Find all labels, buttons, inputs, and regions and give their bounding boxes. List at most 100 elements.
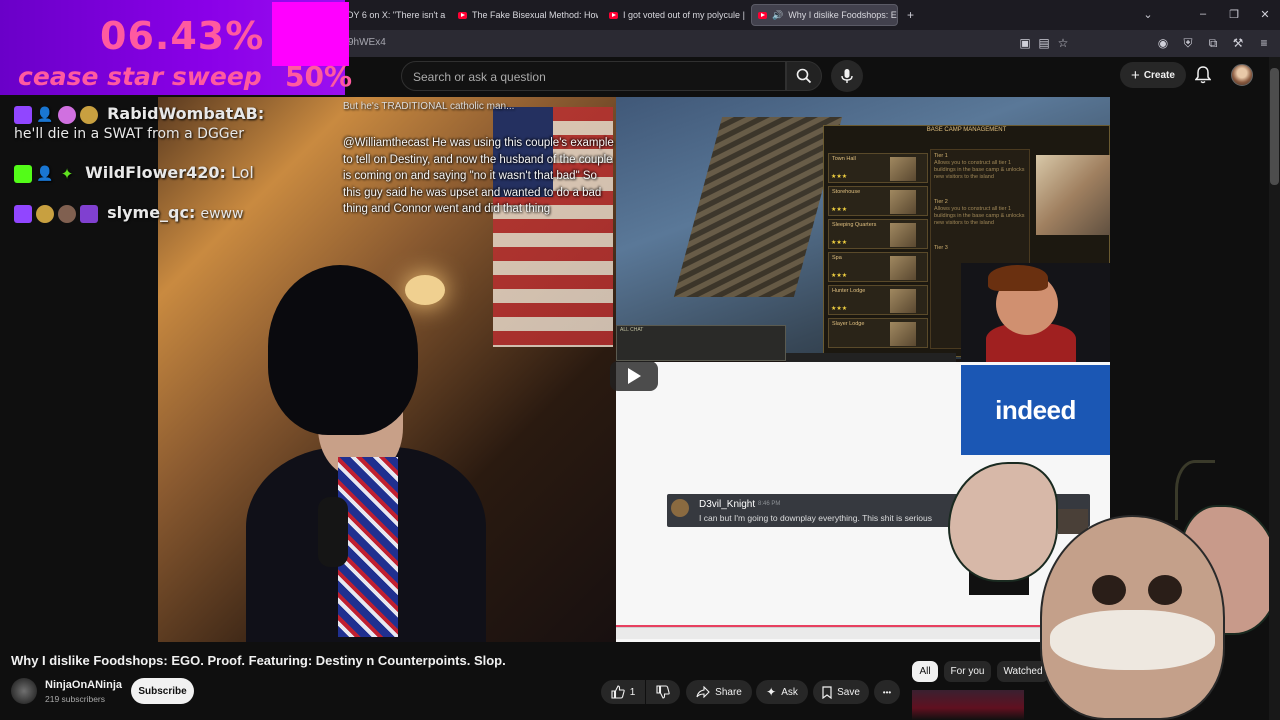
building-thumbnail: [890, 157, 916, 181]
minimize-icon[interactable]: –: [1196, 8, 1210, 20]
chat-message: 👤 RabidWombatAB:: [14, 104, 264, 124]
building-name: Town Hall: [832, 156, 856, 162]
overlay-subtitle: cease star sweep: [18, 62, 262, 91]
user-icon: 👤: [36, 165, 54, 182]
url-text[interactable]: 9hWEx4: [348, 37, 386, 48]
thumbs-down-icon: [656, 685, 670, 699]
badge-icon: [80, 105, 98, 124]
tab-title: The Fake Bisexual Method: How: [472, 10, 598, 20]
share-button[interactable]: Share: [686, 680, 752, 704]
restore-icon[interactable]: ❐: [1227, 8, 1241, 21]
star-badge-icon: ✦: [60, 164, 74, 183]
youtube-favicon-icon: [609, 11, 618, 19]
overlay-percent: 06.43%: [100, 14, 265, 58]
channel-avatar[interactable]: [11, 678, 37, 704]
play-button[interactable]: [610, 361, 658, 391]
building-preview-image: [1036, 155, 1110, 235]
picture-in-picture-icon[interactable]: ▣: [1018, 36, 1032, 50]
building-thumbnail: [890, 322, 916, 346]
search-input[interactable]: Search or ask a question: [401, 61, 786, 91]
filter-chip-all[interactable]: All: [912, 661, 938, 682]
mascot-antenna: [1175, 460, 1215, 520]
save-label: Save: [837, 686, 860, 698]
save-playlist-icon: [822, 685, 832, 699]
account-icon[interactable]: ◉: [1156, 36, 1170, 50]
building-thumbnail: [890, 289, 916, 313]
account-avatar[interactable]: [1231, 64, 1253, 86]
like-button[interactable]: 1: [601, 680, 645, 704]
dislike-button[interactable]: [646, 680, 680, 704]
channel-name[interactable]: NinjaOnANinja: [45, 679, 122, 691]
building-name: Hunter Lodge: [832, 288, 866, 294]
star-rating-icon: ★★★: [831, 207, 848, 213]
scrollbar-thumb[interactable]: [1270, 68, 1279, 185]
close-window-icon[interactable]: ✕: [1258, 8, 1272, 21]
bookmark-star-icon[interactable]: ☆: [1056, 36, 1070, 50]
building-name: Spa: [832, 255, 842, 261]
twitch-icon: [14, 105, 32, 124]
discord-avatar: [671, 499, 689, 517]
building-name: Storehouse: [832, 189, 861, 195]
mascot-fluff: [1050, 610, 1215, 670]
overlay-percent-small: 50%: [285, 60, 353, 93]
twitch-icon: [14, 204, 32, 223]
thumbs-up-icon: [611, 685, 625, 699]
browser-tab[interactable]: I got voted out of my polycule |✕: [603, 4, 746, 26]
diamond-badge-icon: [80, 204, 98, 223]
voice-search-button[interactable]: [831, 60, 863, 92]
subscribe-button[interactable]: Subscribe: [131, 678, 194, 704]
search-button[interactable]: [786, 61, 822, 91]
mascot-eye: [1148, 575, 1182, 605]
webpage-toolbar: [616, 365, 956, 373]
play-icon: [628, 368, 641, 384]
shield-icon[interactable]: ⛨: [1181, 36, 1195, 50]
tab-title: DY 6 on X: "There isn't a: [347, 10, 446, 20]
chat-username: slyme_qc:: [107, 203, 196, 222]
stream-chat-message: @Williamthecast He was using this couple…: [343, 137, 614, 215]
video-title: Why I dislike Foodshops: EGO. Proof. Fea…: [11, 653, 506, 668]
tab-title: Why I dislike Foodshops: EG: [788, 10, 898, 20]
user-icon: 👤: [36, 106, 54, 123]
reader-mode-icon[interactable]: ▤: [1037, 36, 1051, 50]
building-name: Sleeping Quarters: [832, 222, 877, 228]
chat-message: 👤 ✦ WildFlower420: Lol: [14, 163, 254, 183]
share-icon: [696, 686, 710, 698]
chat-message-text: ewww: [200, 206, 244, 222]
avatar-badge-icon: [58, 204, 76, 223]
tier-label: Tier 2: [934, 199, 948, 205]
filter-chip-for-you[interactable]: For you: [944, 661, 991, 682]
building-name: Slayer Lodge: [832, 321, 865, 327]
ask-label: Ask: [781, 686, 798, 698]
heart-badge-icon: [58, 105, 76, 124]
browser-tab-active[interactable]: 🔊 Why I dislike Foodshops: EG✕: [751, 4, 898, 26]
extension-icon[interactable]: ⚒: [1231, 36, 1245, 50]
microphone-icon: [841, 69, 853, 83]
youtube-favicon-icon: [458, 11, 467, 19]
lamp-light: [405, 275, 445, 305]
menu-icon[interactable]: ≡: [1257, 36, 1271, 50]
like-count: 1: [629, 686, 636, 698]
extensions-icon[interactable]: ⧉: [1206, 36, 1220, 50]
more-actions-button[interactable]: •••: [874, 680, 900, 704]
browser-tab[interactable]: DY 6 on X: "There isn't a✕: [341, 4, 446, 26]
cartoon-hair: [988, 265, 1048, 291]
star-rating-icon: ★★★: [831, 273, 848, 279]
star-rating-icon: ★★★: [831, 240, 848, 246]
building-thumbnail: [890, 223, 916, 247]
recommended-video-thumbnail[interactable]: [912, 690, 1024, 720]
save-button[interactable]: Save: [813, 680, 869, 704]
building-thumbnail: [890, 256, 916, 280]
streamer-hair: [268, 265, 418, 435]
tier-label: Tier 3: [934, 245, 948, 251]
base-camp-title: BASE CAMP MANAGEMENT: [926, 127, 1007, 133]
browser-tab[interactable]: The Fake Bisexual Method: How✕: [452, 4, 598, 26]
notifications-bell-icon[interactable]: [1195, 66, 1211, 84]
chat-message: slyme_qc: ewww: [14, 203, 243, 223]
discord-timestamp: 8:46 PM: [758, 501, 781, 507]
subscriber-count: 219 subscribers: [45, 694, 106, 704]
ask-button[interactable]: ✦ Ask: [756, 680, 808, 704]
tab-list-chevron-icon[interactable]: ⌄: [1141, 8, 1155, 21]
speaker-icon[interactable]: 🔊: [772, 10, 783, 21]
create-button[interactable]: + Create: [1120, 62, 1186, 88]
new-tab-button[interactable]: +: [907, 8, 914, 22]
